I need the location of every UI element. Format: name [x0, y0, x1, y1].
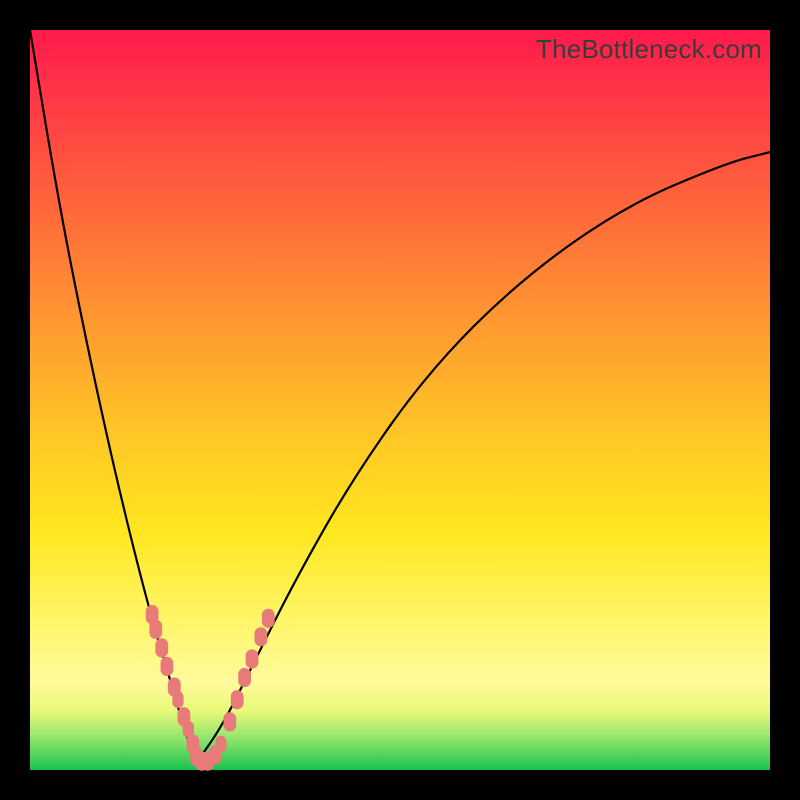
bead-marker [262, 609, 275, 628]
bead-marker [238, 668, 251, 687]
bead-marker [172, 691, 183, 708]
bead-marker [161, 657, 174, 676]
marker-beads [146, 605, 275, 771]
curve-right-branch [197, 152, 771, 763]
bead-marker [149, 620, 162, 639]
bead-marker [254, 627, 267, 646]
plot-area: TheBottleneck.com [30, 30, 770, 770]
bead-marker [231, 690, 244, 709]
bead-marker [215, 736, 226, 753]
bead-marker [155, 638, 168, 657]
curve-svg [30, 30, 770, 770]
bead-marker [246, 649, 259, 668]
bead-marker [223, 712, 236, 731]
chart-frame: TheBottleneck.com [0, 0, 800, 800]
curve-left-branch [30, 30, 197, 763]
